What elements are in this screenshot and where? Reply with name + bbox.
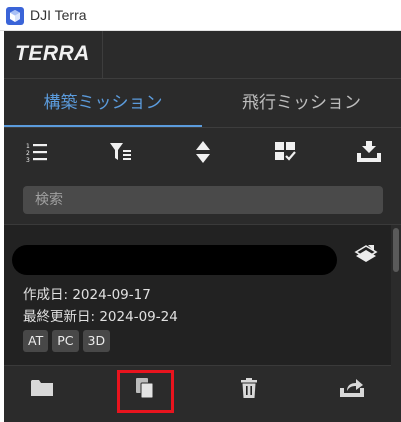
- import-icon: [357, 141, 381, 162]
- svg-text:1: 1: [26, 143, 30, 150]
- logo-area: TERRA: [4, 31, 103, 78]
- map-layers-icon: [354, 245, 378, 262]
- import-button[interactable]: [355, 139, 383, 165]
- numbered-list-button[interactable]: 1 2 3: [23, 139, 51, 165]
- window-titlebar: DJI Terra: [0, 0, 401, 31]
- select-grid-icon: [275, 142, 296, 161]
- tag-at: AT: [23, 330, 49, 352]
- folder-icon: [31, 380, 53, 396]
- export-icon: [340, 379, 364, 397]
- svg-text:2: 2: [26, 150, 30, 157]
- tag-3d: 3D: [82, 330, 111, 352]
- terra-panel: TERRA 構築ミッション 飛行ミッション 1 2 3 検索 作成日: 2024…: [4, 31, 401, 422]
- redacted-mission-name: [12, 245, 337, 275]
- mission-card[interactable]: 作成日: 2024-09-17 最終更新日: 2024-09-24 AT PC …: [4, 225, 391, 365]
- filter-button[interactable]: [107, 139, 135, 165]
- created-date: 作成日: 2024-09-17: [23, 287, 151, 303]
- open-folder-button[interactable]: [27, 373, 57, 403]
- trash-icon: [241, 378, 257, 398]
- tab-divider: [4, 127, 401, 128]
- sort-button[interactable]: [189, 139, 217, 165]
- tab-flight-mission[interactable]: 飛行ミッション: [202, 79, 401, 127]
- updated-date: 最終更新日: 2024-09-24: [23, 309, 178, 325]
- scrollbar-thumb[interactable]: [393, 228, 399, 272]
- select-button[interactable]: [272, 139, 300, 165]
- dji-terra-cube-icon: [6, 7, 24, 25]
- actions-divider: [4, 365, 391, 366]
- delete-button[interactable]: [234, 373, 264, 403]
- tag-pc: PC: [52, 330, 79, 352]
- tab-build-mission[interactable]: 構築ミッション: [4, 79, 202, 127]
- export-button[interactable]: [337, 373, 367, 403]
- terra-logo: TERRA: [15, 42, 90, 65]
- window-title: DJI Terra: [30, 7, 87, 23]
- filter-list-icon: [110, 143, 131, 160]
- numbered-list-icon: 1 2 3: [26, 143, 47, 162]
- copy-button-highlight: [117, 370, 174, 413]
- mission-tags: AT PC 3D: [23, 330, 111, 352]
- sort-icon: [196, 141, 210, 163]
- search-input[interactable]: 検索: [23, 186, 383, 214]
- svg-text:3: 3: [26, 157, 30, 162]
